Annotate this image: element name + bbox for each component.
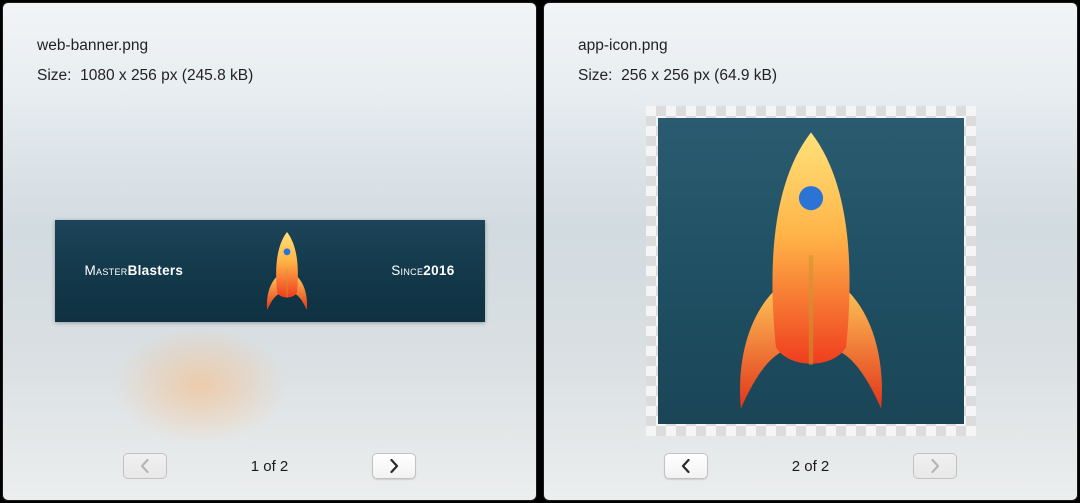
banner-thumbnail: MasterBlasters bbox=[55, 220, 485, 322]
size-label: Size: bbox=[37, 67, 80, 84]
banner-text-right-light: Since bbox=[391, 263, 423, 278]
file-size-row: Size:256 x 256 px (64.9 kB) bbox=[578, 63, 1043, 89]
chevron-right-icon bbox=[929, 459, 941, 473]
next-button[interactable] bbox=[913, 453, 957, 479]
rocket-icon bbox=[256, 230, 318, 312]
chevron-right-icon bbox=[388, 459, 400, 473]
chevron-left-icon bbox=[139, 459, 151, 473]
rocket-icon bbox=[256, 230, 318, 312]
pager: 1 of 2 bbox=[3, 442, 536, 500]
next-button[interactable] bbox=[372, 453, 416, 479]
banner-text-right-bold: 2016 bbox=[423, 263, 454, 278]
preview-panel-2: app-icon.png Size:256 x 256 px (64.9 kB) bbox=[543, 2, 1078, 501]
preview-area bbox=[544, 100, 1077, 442]
transparency-checker bbox=[646, 106, 976, 436]
file-meta: web-banner.png Size:1080 x 256 px (245.8… bbox=[3, 3, 536, 100]
rocket-icon bbox=[701, 128, 921, 413]
file-name: web-banner.png bbox=[37, 33, 502, 59]
banner-text-left-light: Master bbox=[85, 263, 128, 278]
banner-text-left-bold: Blasters bbox=[128, 263, 184, 278]
prev-button[interactable] bbox=[123, 453, 167, 479]
pager: 2 of 2 bbox=[544, 442, 1077, 500]
preview-panel-1: web-banner.png Size:1080 x 256 px (245.8… bbox=[2, 2, 537, 501]
banner-text-left: MasterBlasters bbox=[85, 263, 184, 278]
file-meta: app-icon.png Size:256 x 256 px (64.9 kB) bbox=[544, 3, 1077, 100]
size-value: 256 x 256 px (64.9 kB) bbox=[621, 67, 777, 84]
size-label: Size: bbox=[578, 67, 621, 84]
size-value: 1080 x 256 px (245.8 kB) bbox=[80, 67, 253, 84]
pager-counter: 2 of 2 bbox=[792, 458, 830, 475]
file-name: app-icon.png bbox=[578, 33, 1043, 59]
pager-counter: 1 of 2 bbox=[251, 458, 289, 475]
viewer-wrap: web-banner.png Size:1080 x 256 px (245.8… bbox=[0, 0, 1080, 503]
preview-area: MasterBlasters bbox=[3, 100, 536, 442]
icon-thumbnail bbox=[658, 118, 964, 424]
chevron-left-icon bbox=[680, 459, 692, 473]
prev-button[interactable] bbox=[664, 453, 708, 479]
file-size-row: Size:1080 x 256 px (245.8 kB) bbox=[37, 63, 502, 89]
banner-text-right: Since2016 bbox=[391, 263, 454, 278]
